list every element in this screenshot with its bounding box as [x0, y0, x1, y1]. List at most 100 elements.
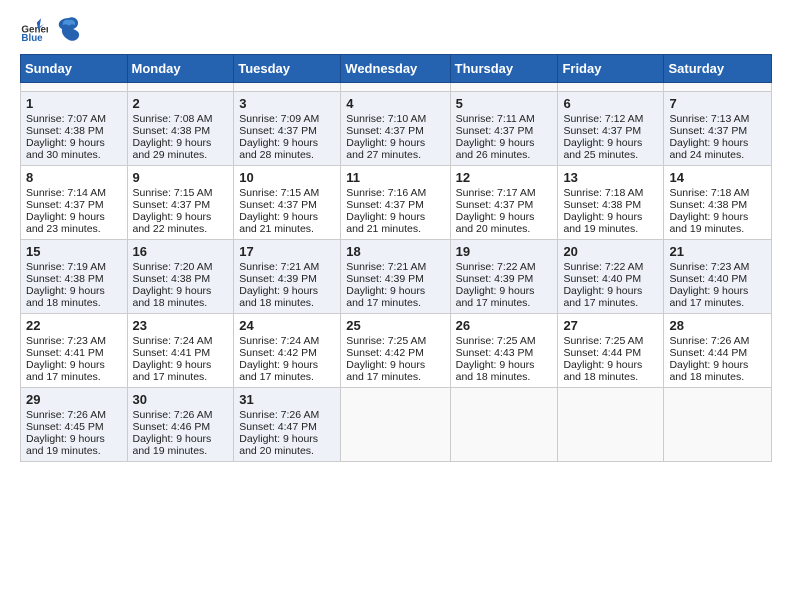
day-info-line: Daylight: 9 hours: [239, 211, 335, 223]
day-info-line: Sunrise: 7:26 AM: [26, 409, 122, 421]
day-number: 25: [346, 318, 444, 333]
day-info-line: Sunset: 4:44 PM: [669, 347, 766, 359]
day-number: 23: [133, 318, 229, 333]
calendar-cell: 1Sunrise: 7:07 AMSunset: 4:38 PMDaylight…: [21, 92, 128, 166]
day-number: 22: [26, 318, 122, 333]
calendar-cell: 15Sunrise: 7:19 AMSunset: 4:38 PMDayligh…: [21, 240, 128, 314]
day-info-line: Sunrise: 7:10 AM: [346, 113, 444, 125]
day-number: 4: [346, 96, 444, 111]
calendar-cell: [664, 83, 772, 92]
day-info-line: and 17 minutes.: [456, 297, 553, 309]
day-number: 26: [456, 318, 553, 333]
day-header-saturday: Saturday: [664, 55, 772, 83]
day-number: 19: [456, 244, 553, 259]
day-info-line: and 18 minutes.: [456, 371, 553, 383]
day-info-line: Sunset: 4:37 PM: [26, 199, 122, 211]
day-info-line: and 21 minutes.: [239, 223, 335, 235]
day-number: 21: [669, 244, 766, 259]
day-info-line: and 24 minutes.: [669, 149, 766, 161]
day-info-line: Sunrise: 7:21 AM: [346, 261, 444, 273]
day-info-line: and 19 minutes.: [133, 445, 229, 457]
day-info-line: and 22 minutes.: [133, 223, 229, 235]
day-info-line: Sunset: 4:38 PM: [563, 199, 658, 211]
day-info-line: Daylight: 9 hours: [133, 211, 229, 223]
calendar-cell: 5Sunrise: 7:11 AMSunset: 4:37 PMDaylight…: [450, 92, 558, 166]
calendar-cell: 30Sunrise: 7:26 AMSunset: 4:46 PMDayligh…: [127, 388, 234, 462]
day-info-line: Daylight: 9 hours: [346, 285, 444, 297]
day-number: 3: [239, 96, 335, 111]
day-info-line: Sunset: 4:40 PM: [563, 273, 658, 285]
calendar-cell: 14Sunrise: 7:18 AMSunset: 4:38 PMDayligh…: [664, 166, 772, 240]
calendar-cell: [664, 388, 772, 462]
day-info-line: Sunrise: 7:18 AM: [563, 187, 658, 199]
day-info-line: Sunset: 4:38 PM: [26, 273, 122, 285]
day-info-line: Sunset: 4:45 PM: [26, 421, 122, 433]
logo-icon: General Blue: [20, 17, 48, 45]
day-info-line: Sunrise: 7:24 AM: [133, 335, 229, 347]
calendar-header-row: SundayMondayTuesdayWednesdayThursdayFrid…: [21, 55, 772, 83]
day-info-line: and 17 minutes.: [26, 371, 122, 383]
calendar-cell: 8Sunrise: 7:14 AMSunset: 4:37 PMDaylight…: [21, 166, 128, 240]
day-info-line: Sunset: 4:37 PM: [239, 125, 335, 137]
day-info-line: Sunrise: 7:14 AM: [26, 187, 122, 199]
calendar-cell: 20Sunrise: 7:22 AMSunset: 4:40 PMDayligh…: [558, 240, 664, 314]
day-info-line: and 30 minutes.: [26, 149, 122, 161]
day-info-line: and 17 minutes.: [563, 297, 658, 309]
day-info-line: Sunrise: 7:24 AM: [239, 335, 335, 347]
day-info-line: Daylight: 9 hours: [133, 137, 229, 149]
calendar-cell: 9Sunrise: 7:15 AMSunset: 4:37 PMDaylight…: [127, 166, 234, 240]
day-info-line: Sunrise: 7:26 AM: [133, 409, 229, 421]
day-info-line: Daylight: 9 hours: [239, 137, 335, 149]
day-info-line: and 18 minutes.: [563, 371, 658, 383]
calendar-cell: [127, 83, 234, 92]
day-info-line: Sunset: 4:38 PM: [26, 125, 122, 137]
day-number: 5: [456, 96, 553, 111]
day-info-line: and 17 minutes.: [346, 371, 444, 383]
day-info-line: Daylight: 9 hours: [563, 137, 658, 149]
day-info-line: Sunset: 4:41 PM: [26, 347, 122, 359]
day-info-line: Daylight: 9 hours: [669, 285, 766, 297]
calendar-cell: 12Sunrise: 7:17 AMSunset: 4:37 PMDayligh…: [450, 166, 558, 240]
calendar-cell: 2Sunrise: 7:08 AMSunset: 4:38 PMDaylight…: [127, 92, 234, 166]
day-info-line: Sunrise: 7:23 AM: [669, 261, 766, 273]
day-info-line: Sunrise: 7:18 AM: [669, 187, 766, 199]
day-info-line: Daylight: 9 hours: [563, 359, 658, 371]
calendar-cell: 11Sunrise: 7:16 AMSunset: 4:37 PMDayligh…: [341, 166, 450, 240]
day-info-line: and 20 minutes.: [456, 223, 553, 235]
day-info-line: and 19 minutes.: [563, 223, 658, 235]
day-header-thursday: Thursday: [450, 55, 558, 83]
day-info-line: and 17 minutes.: [133, 371, 229, 383]
calendar-cell: 28Sunrise: 7:26 AMSunset: 4:44 PMDayligh…: [664, 314, 772, 388]
day-info-line: Sunrise: 7:22 AM: [563, 261, 658, 273]
day-info-line: Daylight: 9 hours: [239, 285, 335, 297]
day-header-friday: Friday: [558, 55, 664, 83]
calendar-cell: 31Sunrise: 7:26 AMSunset: 4:47 PMDayligh…: [234, 388, 341, 462]
day-info-line: Sunset: 4:39 PM: [346, 273, 444, 285]
day-info-line: Sunset: 4:41 PM: [133, 347, 229, 359]
day-number: 27: [563, 318, 658, 333]
day-header-monday: Monday: [127, 55, 234, 83]
day-number: 13: [563, 170, 658, 185]
day-header-tuesday: Tuesday: [234, 55, 341, 83]
day-number: 18: [346, 244, 444, 259]
calendar-cell: 24Sunrise: 7:24 AMSunset: 4:42 PMDayligh…: [234, 314, 341, 388]
day-number: 2: [133, 96, 229, 111]
day-info-line: Sunrise: 7:11 AM: [456, 113, 553, 125]
day-info-line: Sunset: 4:37 PM: [456, 199, 553, 211]
day-info-line: Daylight: 9 hours: [669, 359, 766, 371]
day-info-line: and 21 minutes.: [346, 223, 444, 235]
day-info-line: Sunrise: 7:26 AM: [239, 409, 335, 421]
calendar-cell: [234, 83, 341, 92]
day-number: 17: [239, 244, 335, 259]
day-info-line: Sunrise: 7:23 AM: [26, 335, 122, 347]
day-number: 31: [239, 392, 335, 407]
day-info-line: Sunrise: 7:21 AM: [239, 261, 335, 273]
header: General Blue: [20, 16, 772, 46]
day-info-line: Sunrise: 7:13 AM: [669, 113, 766, 125]
day-number: 20: [563, 244, 658, 259]
calendar-cell: [558, 388, 664, 462]
day-number: 12: [456, 170, 553, 185]
day-number: 6: [563, 96, 658, 111]
calendar-cell: 19Sunrise: 7:22 AMSunset: 4:39 PMDayligh…: [450, 240, 558, 314]
day-info-line: Sunrise: 7:15 AM: [133, 187, 229, 199]
